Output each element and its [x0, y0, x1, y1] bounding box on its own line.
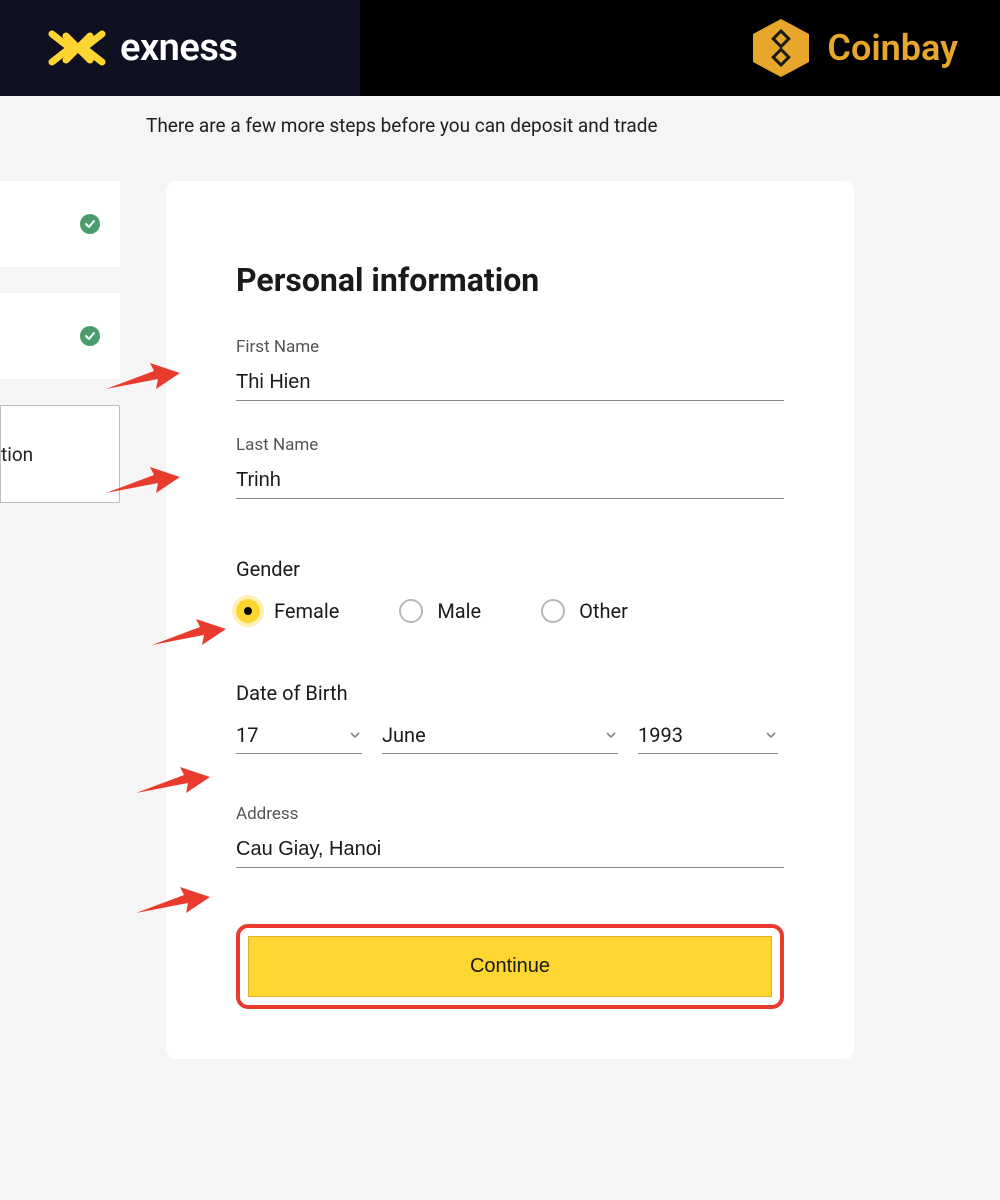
dob-day-value: 17 [236, 723, 258, 747]
radio-selected-icon [236, 599, 260, 623]
coinbay-hex-icon [749, 16, 813, 80]
annotation-arrow-icon [104, 359, 182, 399]
exness-logo: exness [48, 26, 237, 70]
address-field: Address [236, 804, 784, 868]
last-name-field: Last Name [236, 435, 784, 499]
exness-mark-icon [48, 30, 108, 66]
check-circle-icon [80, 214, 100, 234]
steps-sidebar: tion [0, 181, 120, 1059]
gender-label: Gender [236, 557, 784, 581]
chevron-down-icon [348, 728, 362, 742]
gender-female-label: Female [274, 599, 339, 623]
step-current-label: tion [1, 443, 33, 466]
dob-year-value: 1993 [638, 723, 683, 747]
first-name-input[interactable] [236, 367, 784, 401]
radio-unselected-icon [541, 599, 565, 623]
first-name-label: First Name [236, 337, 784, 357]
first-name-field: First Name [236, 337, 784, 401]
page-subtitle: There are a few more steps before you ca… [0, 96, 1000, 137]
continue-button[interactable]: Continue [248, 936, 772, 997]
header-right: Coinbay [360, 0, 1000, 96]
step-current[interactable]: tion [0, 405, 120, 503]
annotation-arrow-icon [134, 763, 212, 803]
continue-highlight: Continue [236, 924, 784, 1009]
gender-radio-male[interactable]: Male [399, 599, 481, 623]
exness-text: exness [120, 26, 237, 70]
step-complete-1[interactable] [0, 181, 120, 267]
annotation-arrow-icon [134, 883, 212, 923]
dob-day-select[interactable]: 17 [236, 719, 362, 754]
chevron-down-icon [764, 728, 778, 742]
gender-radio-female[interactable]: Female [236, 599, 339, 623]
gender-field: Gender Female Male Other [236, 557, 784, 623]
address-label: Address [236, 804, 784, 824]
gender-other-label: Other [579, 599, 628, 623]
dob-year-select[interactable]: 1993 [638, 719, 778, 754]
step-complete-2[interactable] [0, 293, 120, 379]
annotation-arrow-icon [150, 615, 228, 655]
address-input[interactable] [236, 834, 784, 868]
form-card: Personal information First Name Last Nam… [166, 181, 854, 1059]
gender-radio-row: Female Male Other [236, 599, 784, 623]
dob-month-value: June [382, 723, 426, 747]
last-name-label: Last Name [236, 435, 784, 455]
dob-month-select[interactable]: June [382, 719, 618, 754]
dob-label: Date of Birth [236, 681, 784, 705]
coinbay-text: Coinbay [827, 27, 958, 69]
dob-field: Date of Birth 17 June 1993 [236, 681, 784, 754]
gender-male-label: Male [437, 599, 481, 623]
dob-row: 17 June 1993 [236, 719, 784, 754]
chevron-down-icon [604, 728, 618, 742]
radio-unselected-icon [399, 599, 423, 623]
annotation-arrow-icon [104, 463, 182, 503]
last-name-input[interactable] [236, 465, 784, 499]
form-title: Personal information [236, 261, 784, 299]
content: tion Personal information First Name Las… [0, 181, 1000, 1059]
check-circle-icon [80, 326, 100, 346]
header-left: exness [0, 0, 360, 96]
header: exness Coinbay [0, 0, 1000, 96]
gender-radio-other[interactable]: Other [541, 599, 628, 623]
coinbay-logo: Coinbay [749, 16, 958, 80]
